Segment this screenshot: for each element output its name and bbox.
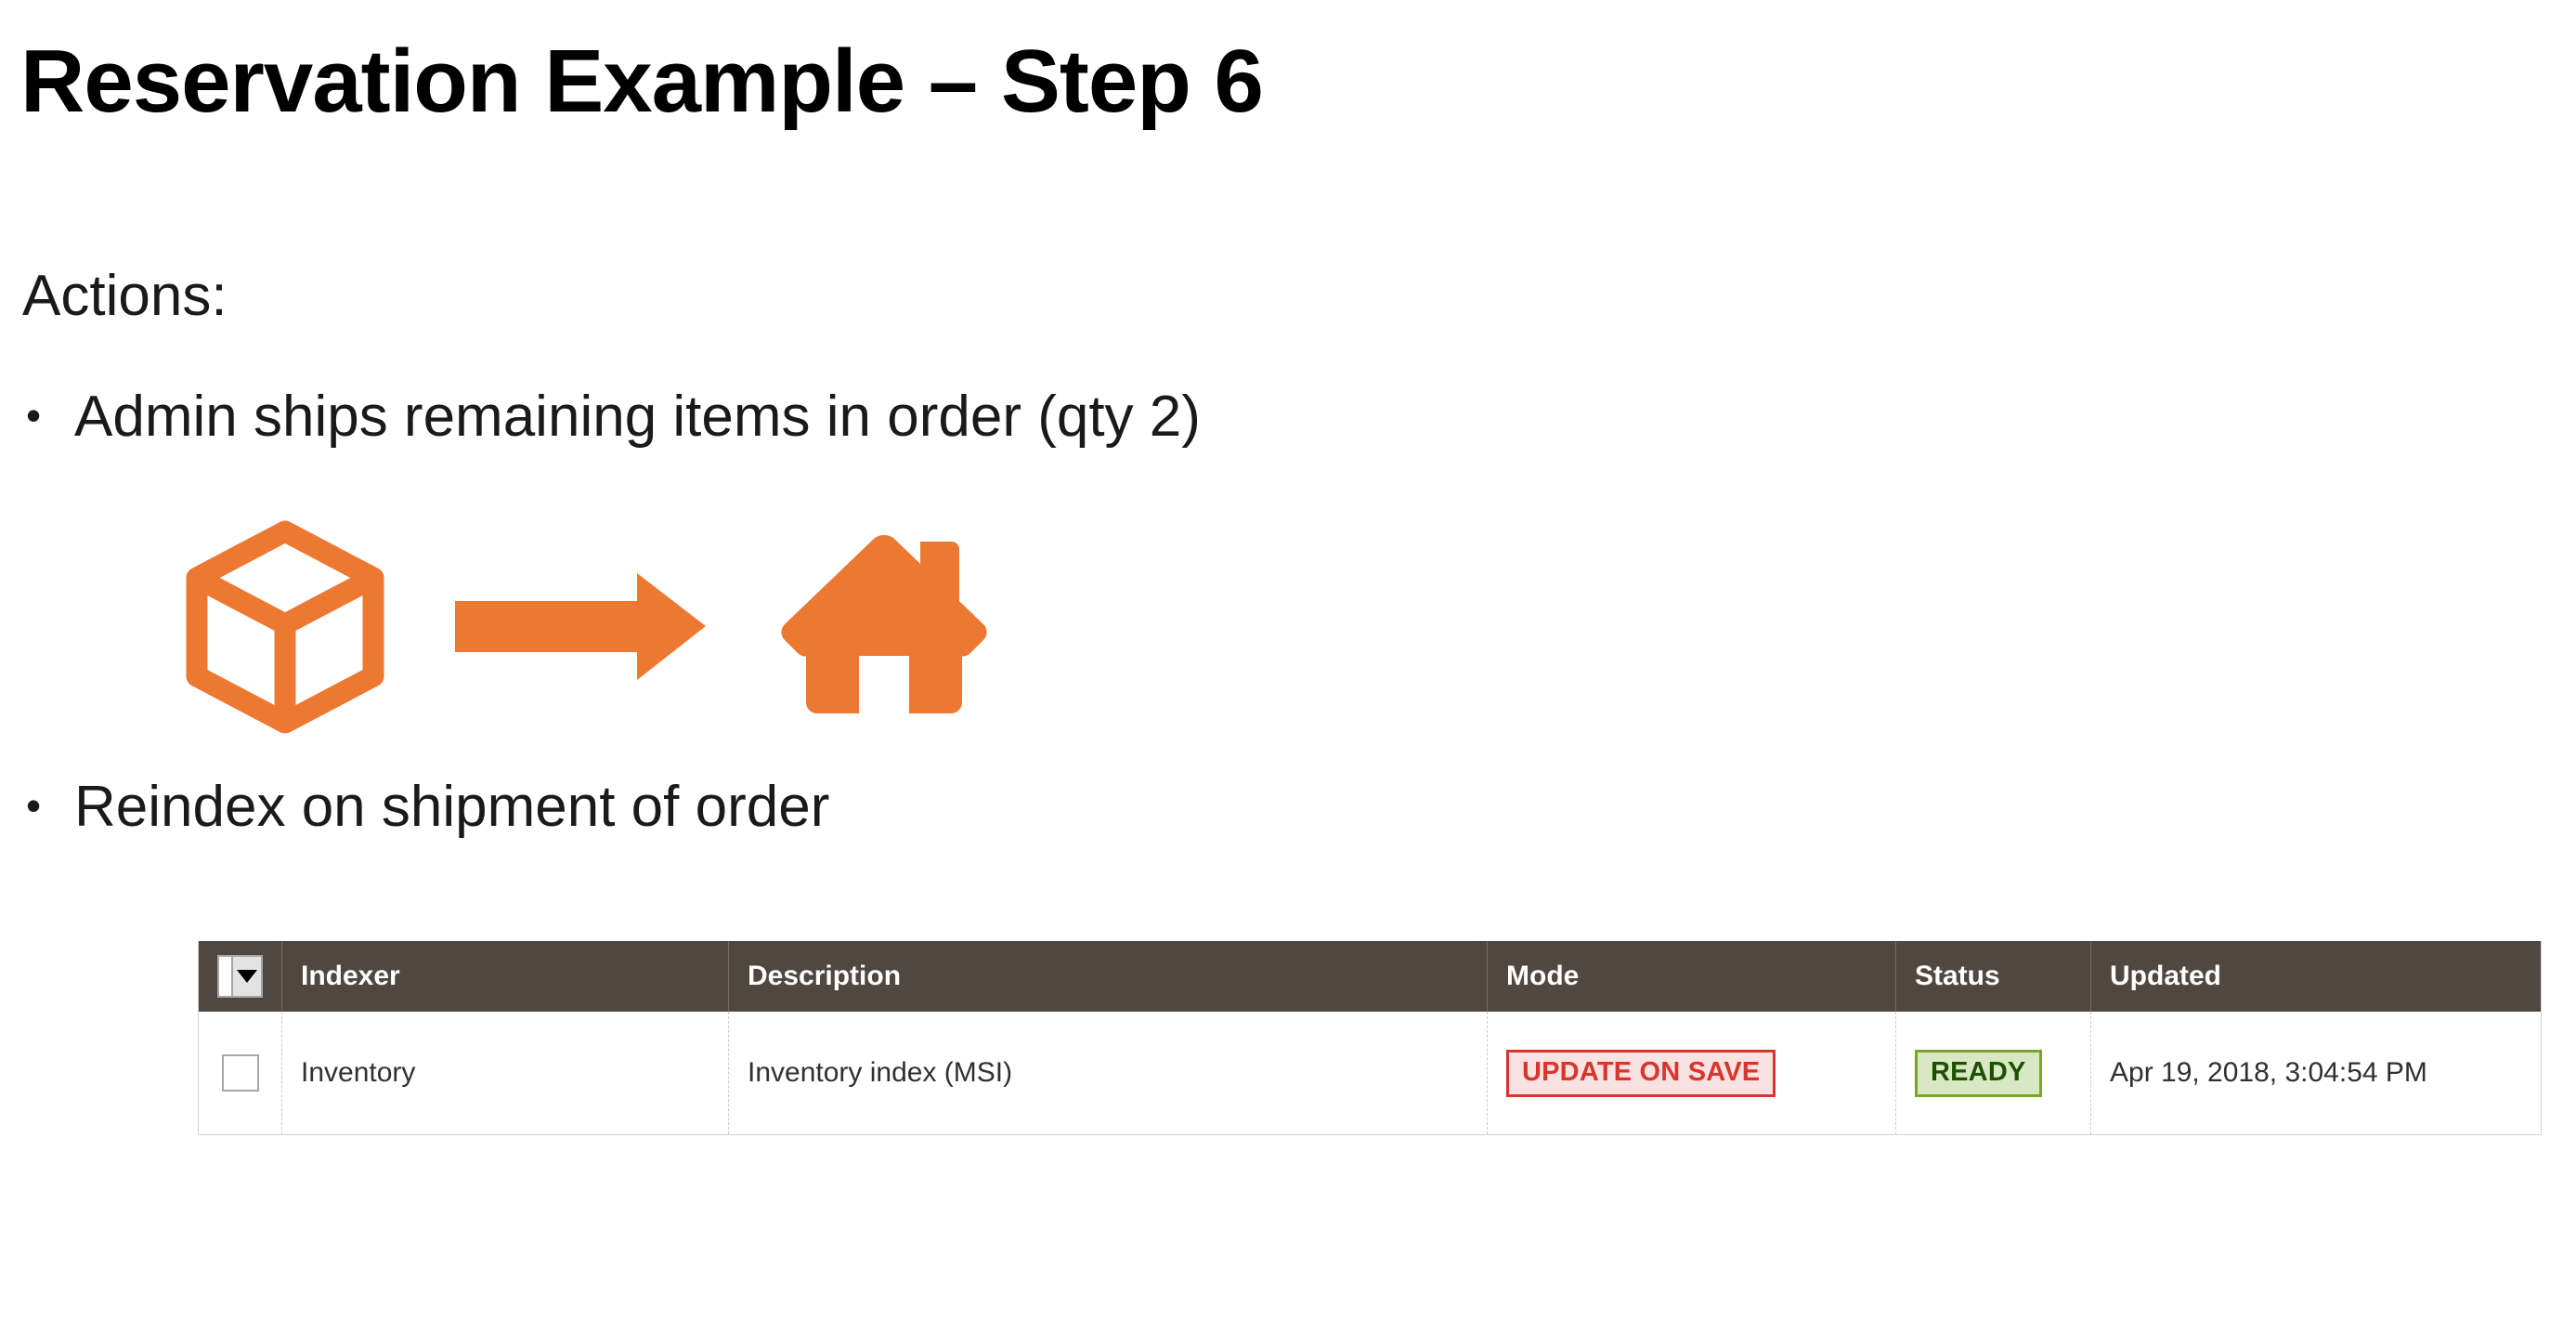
bullet-marker-icon: • — [26, 391, 42, 439]
actions-label: Actions: — [22, 264, 228, 328]
box-icon — [181, 520, 390, 739]
cell-mode: UPDATE ON SAVE — [1488, 1012, 1896, 1134]
row-select-cell[interactable] — [199, 1012, 282, 1134]
home-icon — [780, 530, 989, 725]
column-header-indexer[interactable]: Indexer — [282, 941, 729, 1012]
grid-header-row: Indexer Description Mode Status Updated — [199, 941, 2541, 1012]
bullet-text: Admin ships remaining items in order (qt… — [74, 385, 1201, 449]
cell-indexer: Inventory — [282, 1012, 729, 1134]
select-all-checkbox[interactable] — [219, 957, 231, 996]
column-header-description[interactable]: Description — [729, 941, 1488, 1012]
shipment-illustration — [181, 516, 1017, 739]
select-all-header-cell[interactable] — [199, 941, 282, 1012]
cell-description: Inventory index (MSI) — [729, 1012, 1488, 1134]
bullet-item-reindex: • Reindex on shipment of order — [26, 774, 829, 840]
indexer-grid: Indexer Description Mode Status Updated … — [198, 941, 2542, 1135]
mode-badge: UPDATE ON SAVE — [1506, 1049, 1776, 1097]
chevron-down-icon[interactable] — [231, 957, 261, 996]
page-title: Reservation Example – Step 6 — [20, 32, 1264, 131]
column-header-status[interactable]: Status — [1896, 941, 2091, 1012]
column-header-updated[interactable]: Updated — [2091, 941, 2541, 1012]
bullet-text: Reindex on shipment of order — [74, 775, 830, 839]
select-all-dropdown[interactable] — [217, 955, 263, 998]
row-checkbox[interactable] — [221, 1054, 259, 1092]
bullet-item-ship: • Admin ships remaining items in order (… — [26, 384, 1201, 450]
bullet-marker-icon: • — [26, 781, 42, 830]
column-header-mode[interactable]: Mode — [1488, 941, 1896, 1012]
status-badge: READY — [1915, 1049, 2042, 1097]
cell-updated: Apr 19, 2018, 3:04:54 PM — [2110, 1057, 2427, 1088]
table-row[interactable]: Inventory Inventory index (MSI) UPDATE O… — [199, 1012, 2541, 1134]
arrow-right-icon — [455, 573, 706, 685]
cell-status: READY — [1896, 1012, 2091, 1134]
